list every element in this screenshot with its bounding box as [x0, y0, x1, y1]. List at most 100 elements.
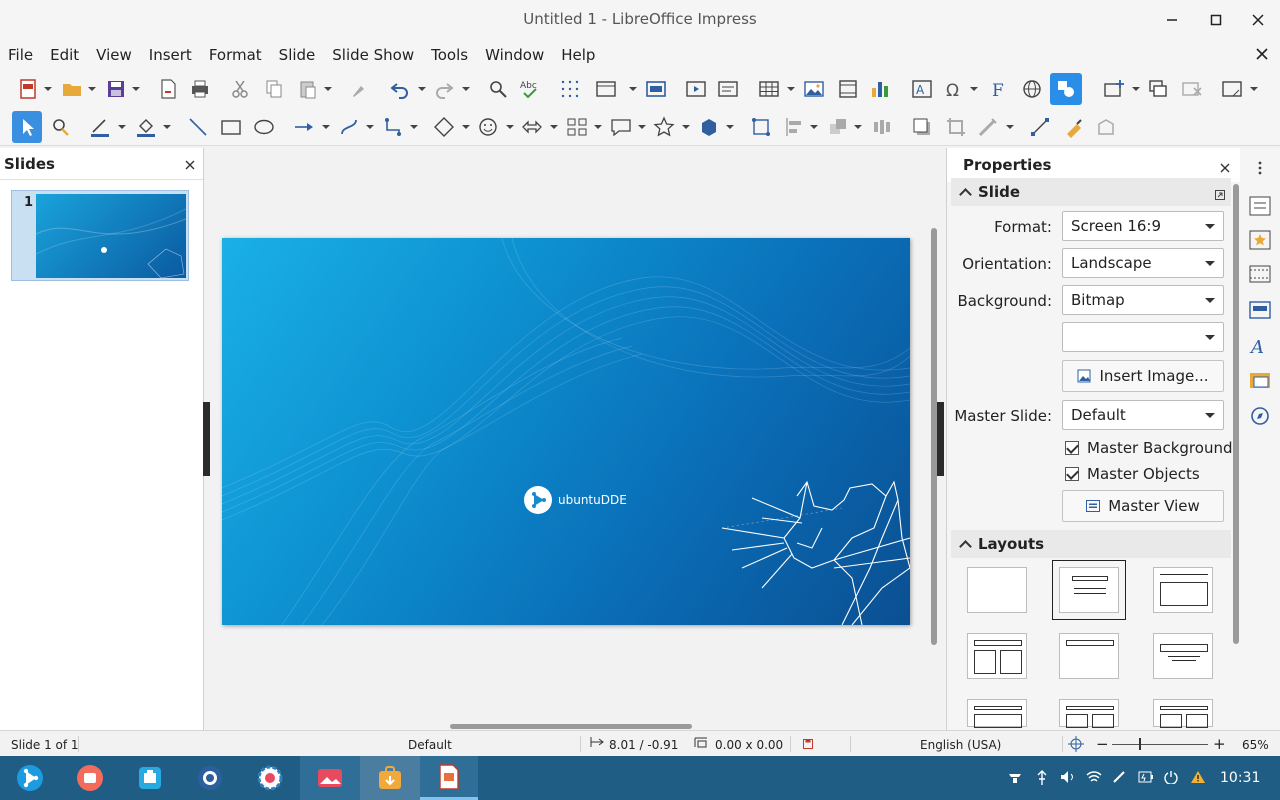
menu-edit[interactable]: Edit	[50, 46, 79, 64]
redo-icon[interactable]	[432, 77, 456, 101]
close-document-icon[interactable]	[1256, 45, 1268, 64]
language-status[interactable]: English (USA)	[920, 738, 1001, 752]
select-arrow-icon[interactable]	[12, 111, 42, 143]
undo-icon[interactable]	[388, 77, 412, 101]
document-modified-icon[interactable]	[802, 738, 814, 753]
sidebar-splitter[interactable]	[937, 402, 944, 476]
zoom-percent-status[interactable]: 65%	[1242, 738, 1269, 752]
new-slide-dropdown-icon[interactable]	[1132, 87, 1140, 91]
sidebar-menu-icon[interactable]	[1248, 156, 1272, 180]
menu-tools[interactable]: Tools	[431, 46, 468, 64]
find-replace-icon[interactable]	[486, 77, 510, 101]
menu-insert[interactable]: Insert	[149, 46, 192, 64]
copy-icon[interactable]	[262, 77, 286, 101]
delete-slide-icon[interactable]	[1180, 77, 1204, 101]
insert-media-icon[interactable]	[836, 77, 860, 101]
insert-image-icon[interactable]	[802, 77, 826, 101]
open-folder-icon[interactable]	[60, 77, 84, 101]
callout-shapes-icon[interactable]	[609, 115, 633, 139]
master-slides-icon[interactable]	[1248, 298, 1272, 322]
toggle-extrusion-icon[interactable]	[1094, 115, 1118, 139]
paste-icon[interactable]	[296, 77, 320, 101]
launcher-icon[interactable]	[14, 762, 46, 794]
layout-title-only[interactable]	[1059, 633, 1119, 679]
volume-tray-icon[interactable]	[1060, 770, 1076, 788]
zoom-pan-icon[interactable]	[48, 115, 72, 139]
block-arrows-dropdown-icon[interactable]	[550, 125, 558, 129]
menu-format[interactable]: Format	[209, 46, 262, 64]
wifi-tray-icon[interactable]	[1086, 770, 1102, 788]
save-icon[interactable]	[104, 77, 128, 101]
layout-title-content-2[interactable]	[967, 699, 1027, 728]
libreoffice-impress-taskbar-icon[interactable]	[420, 756, 478, 800]
layout-title-content[interactable]	[1052, 560, 1126, 620]
multitasking-view-icon[interactable]	[74, 762, 106, 794]
zoom-slider-handle[interactable]	[1139, 738, 1141, 750]
connectors-icon[interactable]	[382, 115, 406, 139]
start-current-slide-icon[interactable]	[716, 77, 740, 101]
stars-dropdown-icon[interactable]	[682, 125, 690, 129]
background-bitmap-select[interactable]	[1062, 322, 1224, 352]
flowchart-icon[interactable]	[565, 115, 589, 139]
rectangle-icon[interactable]	[219, 115, 243, 139]
connectors-dropdown-icon[interactable]	[410, 125, 418, 129]
close-properties-icon[interactable]	[1220, 158, 1230, 177]
gallery-icon[interactable]	[1248, 368, 1272, 392]
insert-table-dropdown-icon[interactable]	[787, 87, 795, 91]
new-slide-icon[interactable]	[1102, 77, 1126, 101]
zoom-in-icon[interactable]: +	[1213, 735, 1226, 753]
insert-image-button[interactable]: Insert Image...	[1062, 360, 1224, 392]
flowchart-dropdown-icon[interactable]	[594, 125, 602, 129]
slide-transition-icon[interactable]	[1248, 228, 1272, 252]
slides-pane-splitter[interactable]	[203, 402, 210, 476]
software-store-icon[interactable]	[360, 756, 420, 800]
slide-section-header[interactable]: Slide	[951, 178, 1231, 206]
usb-tray-icon[interactable]	[1036, 770, 1048, 790]
orientation-select[interactable]: Landscape	[1062, 248, 1224, 278]
minimize-button[interactable]	[1160, 8, 1184, 32]
align-objects-icon[interactable]	[782, 115, 806, 139]
filter-icon[interactable]	[976, 115, 1000, 139]
open-dropdown-icon[interactable]	[88, 87, 96, 91]
3d-objects-dropdown-icon[interactable]	[726, 125, 734, 129]
master-page-status[interactable]: Default	[408, 738, 452, 752]
arrange-icon[interactable]	[826, 115, 850, 139]
menu-slide-show[interactable]: Slide Show	[332, 46, 414, 64]
file-manager-icon[interactable]	[134, 762, 166, 794]
line-color-dropdown-icon[interactable]	[118, 125, 126, 129]
layout-content-title-2[interactable]	[1059, 699, 1119, 728]
layouts-section-header[interactable]: Layouts	[951, 530, 1231, 558]
insert-chart-icon[interactable]	[868, 77, 892, 101]
crop-image-icon[interactable]	[944, 115, 968, 139]
curves-dropdown-icon[interactable]	[366, 125, 374, 129]
insert-table-icon[interactable]	[757, 77, 781, 101]
master-background-checkbox[interactable]: Master Background	[1065, 439, 1232, 457]
slide-1[interactable]: ubuntuDDE	[222, 238, 910, 625]
fill-color-icon[interactable]	[134, 115, 158, 139]
menu-view[interactable]: View	[96, 46, 132, 64]
line-color-icon[interactable]	[88, 115, 112, 139]
new-dropdown-icon[interactable]	[44, 87, 52, 91]
insert-textbox-icon[interactable]: A	[910, 77, 934, 101]
layout-title-slide[interactable]	[1153, 567, 1213, 613]
taskbar-clock[interactable]: 10:31	[1220, 770, 1260, 786]
symbol-shapes-icon[interactable]	[476, 115, 500, 139]
master-slide-select[interactable]: Default	[1062, 400, 1224, 430]
filter-dropdown-icon[interactable]	[1006, 125, 1014, 129]
stars-banners-icon[interactable]	[652, 115, 676, 139]
basic-shapes-icon[interactable]	[432, 115, 456, 139]
menu-file[interactable]: File	[8, 46, 33, 64]
undo-dropdown-icon[interactable]	[418, 87, 426, 91]
power-tray-icon[interactable]	[1164, 770, 1178, 788]
redo-dropdown-icon[interactable]	[462, 87, 470, 91]
display-views-dropdown-icon[interactable]	[629, 87, 637, 91]
block-arrows-icon[interactable]	[520, 115, 544, 139]
master-view-button[interactable]: Master View	[1062, 490, 1224, 522]
basic-shapes-dropdown-icon[interactable]	[462, 125, 470, 129]
background-select[interactable]: Bitmap	[1062, 285, 1224, 315]
settings-icon[interactable]	[254, 762, 286, 794]
paste-dropdown-icon[interactable]	[324, 87, 332, 91]
line-icon[interactable]	[186, 115, 210, 139]
more-options-icon[interactable]	[1215, 186, 1225, 204]
ellipse-icon[interactable]	[252, 115, 276, 139]
